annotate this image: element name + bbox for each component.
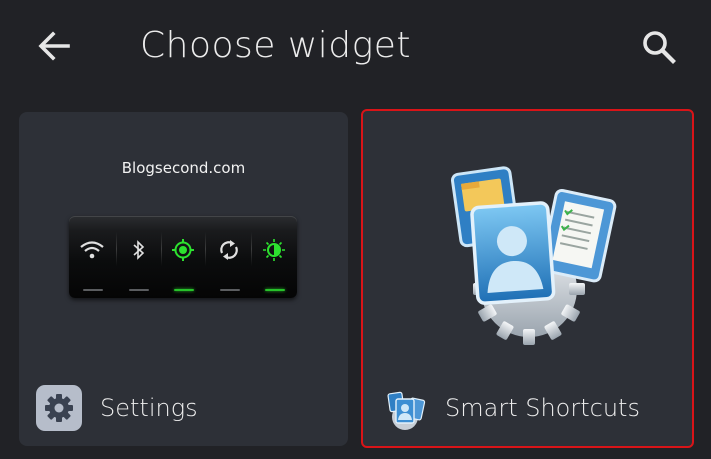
toggle-indicator: [174, 289, 194, 291]
search-icon: [643, 31, 676, 64]
toggle-wifi: [70, 230, 114, 270]
page-title: Choose widget: [140, 25, 412, 66]
sync-icon: [220, 240, 238, 260]
app-bar: Choose widget: [0, 0, 711, 92]
toggle-indicator: [129, 289, 149, 291]
toggle-sync: [207, 230, 251, 270]
widget-label: Smart Shortcuts: [445, 394, 640, 422]
settings-app-icon: [36, 385, 82, 431]
widget-card-smart-shortcuts[interactable]: Smart Shortcuts: [361, 109, 694, 448]
gear-icon: [45, 394, 73, 422]
search-button[interactable]: [636, 24, 682, 68]
brightness-icon: [263, 239, 285, 261]
toggle-indicator: [265, 289, 285, 291]
bluetooth-icon: [133, 240, 145, 260]
power-control-preview: [69, 216, 297, 298]
toggle-indicator: [220, 289, 240, 291]
gps-icon: [172, 239, 194, 261]
widget-label: Settings: [100, 394, 198, 422]
back-arrow-icon: [38, 31, 70, 61]
smart-shortcuts-preview-icon: [450, 166, 617, 345]
widget-card-settings[interactable]: Blogsecond.com Settings: [19, 112, 348, 446]
wifi-icon: [80, 241, 104, 259]
toggle-gps: [161, 230, 205, 270]
back-button[interactable]: [32, 24, 76, 68]
toggle-indicator: [83, 289, 103, 291]
toggle-brightness: [252, 230, 296, 270]
widget-preview-text: Blogsecond.com: [121, 159, 246, 177]
smart-shortcuts-app-icon: [387, 391, 426, 430]
toggle-bluetooth: [117, 230, 161, 270]
